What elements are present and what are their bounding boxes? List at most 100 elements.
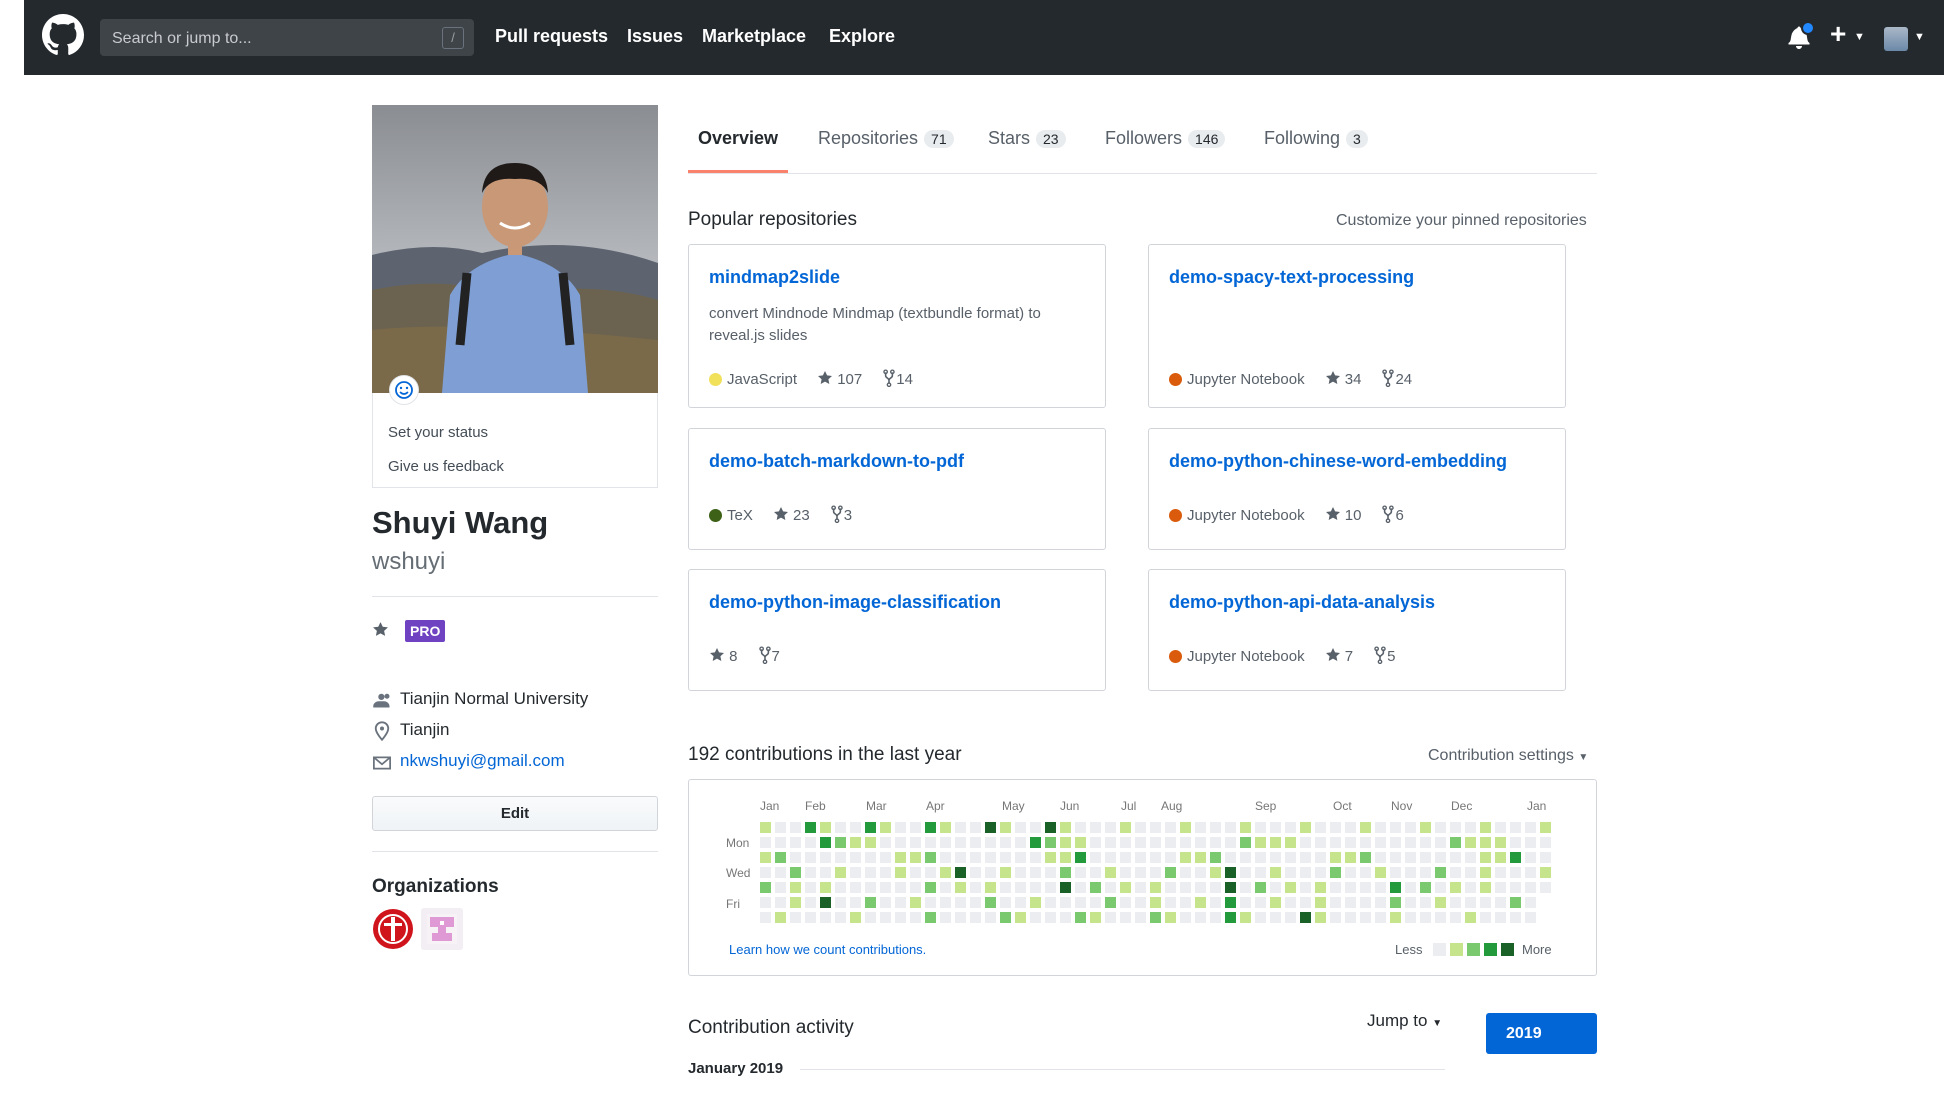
contribution-day[interactable]	[805, 912, 816, 923]
contribution-day[interactable]	[1540, 822, 1551, 833]
user-menu-caret-icon[interactable]: ▼	[1914, 31, 1925, 43]
github-logo-icon[interactable]	[42, 14, 84, 56]
contribution-day[interactable]	[1480, 897, 1491, 908]
contribution-day[interactable]	[1105, 897, 1116, 908]
contribution-day[interactable]	[1150, 822, 1161, 833]
contribution-day[interactable]	[775, 897, 786, 908]
contribution-day[interactable]	[1015, 852, 1026, 863]
contribution-day[interactable]	[1090, 822, 1101, 833]
contribution-day[interactable]	[1465, 822, 1476, 833]
contribution-day[interactable]	[1450, 912, 1461, 923]
tab-followers[interactable]: Followers 146	[1105, 128, 1226, 149]
contribution-day[interactable]	[1120, 822, 1131, 833]
contribution-day[interactable]	[1090, 912, 1101, 923]
contribution-day[interactable]	[1420, 867, 1431, 878]
contribution-day[interactable]	[955, 867, 966, 878]
contribution-day[interactable]	[835, 837, 846, 848]
contribution-day[interactable]	[1525, 867, 1536, 878]
contribution-day[interactable]	[1150, 882, 1161, 893]
contribution-day[interactable]	[1270, 852, 1281, 863]
contribution-day[interactable]	[850, 822, 861, 833]
contribution-day[interactable]	[1090, 867, 1101, 878]
contribution-day[interactable]	[1210, 912, 1221, 923]
contribution-day[interactable]	[1285, 822, 1296, 833]
contribution-day[interactable]	[820, 912, 831, 923]
contribution-day[interactable]	[1270, 912, 1281, 923]
contribution-day[interactable]	[970, 882, 981, 893]
contribution-day[interactable]	[1105, 867, 1116, 878]
contribution-day[interactable]	[1465, 882, 1476, 893]
contribution-day[interactable]	[1075, 837, 1086, 848]
contribution-day[interactable]	[1045, 882, 1056, 893]
contribution-day[interactable]	[1120, 897, 1131, 908]
contribution-day[interactable]	[1465, 852, 1476, 863]
contribution-day[interactable]	[1525, 822, 1536, 833]
contribution-day[interactable]	[805, 822, 816, 833]
contribution-day[interactable]	[955, 852, 966, 863]
contribution-day[interactable]	[955, 897, 966, 908]
contribution-day[interactable]	[895, 867, 906, 878]
customize-pins-link[interactable]: Customize your pinned repositories	[1336, 212, 1587, 230]
contribution-day[interactable]	[1345, 912, 1356, 923]
contribution-day[interactable]	[775, 912, 786, 923]
contribution-day[interactable]	[1195, 882, 1206, 893]
contribution-day[interactable]	[1285, 882, 1296, 893]
contribution-day[interactable]	[1390, 912, 1401, 923]
repo-name-link[interactable]: demo-spacy-text-processing	[1169, 267, 1414, 288]
contribution-day[interactable]	[760, 837, 771, 848]
contribution-day[interactable]	[1330, 912, 1341, 923]
contribution-day[interactable]	[1540, 852, 1551, 863]
contribution-day[interactable]	[1315, 852, 1326, 863]
contribution-day[interactable]	[1210, 852, 1221, 863]
contribution-day[interactable]	[1150, 837, 1161, 848]
contribution-day[interactable]	[1120, 882, 1131, 893]
contribution-day[interactable]	[1045, 912, 1056, 923]
contribution-day[interactable]	[970, 852, 981, 863]
contribution-day[interactable]	[1255, 912, 1266, 923]
search-box[interactable]: /	[100, 19, 474, 58]
contribution-day[interactable]	[1210, 837, 1221, 848]
contribution-day[interactable]	[1375, 837, 1386, 848]
contribution-day[interactable]	[1255, 822, 1266, 833]
contribution-day[interactable]	[1000, 822, 1011, 833]
give-feedback-link[interactable]: Give us feedback	[388, 458, 504, 475]
contribution-day[interactable]	[1225, 882, 1236, 893]
contribution-day[interactable]	[1360, 882, 1371, 893]
contribution-day[interactable]	[790, 912, 801, 923]
tab-following[interactable]: Following 3	[1264, 128, 1368, 149]
contribution-day[interactable]	[955, 837, 966, 848]
contribution-day[interactable]	[1075, 897, 1086, 908]
contribution-day[interactable]	[940, 852, 951, 863]
tab-overview[interactable]: Overview	[698, 128, 778, 149]
contribution-day[interactable]	[895, 882, 906, 893]
contribution-day[interactable]	[1120, 837, 1131, 848]
contribution-day[interactable]	[850, 852, 861, 863]
contribution-day[interactable]	[760, 912, 771, 923]
set-status-smiley-icon[interactable]	[389, 375, 419, 405]
contribution-day[interactable]	[1345, 882, 1356, 893]
contribution-day[interactable]	[1240, 867, 1251, 878]
contribution-day[interactable]	[1015, 822, 1026, 833]
contribution-day[interactable]	[1075, 912, 1086, 923]
repo-name-link[interactable]: demo-python-api-data-analysis	[1169, 592, 1435, 613]
contribution-day[interactable]	[1060, 912, 1071, 923]
contribution-day[interactable]	[970, 912, 981, 923]
contribution-day[interactable]	[1300, 897, 1311, 908]
contribution-day[interactable]	[1345, 897, 1356, 908]
contribution-day[interactable]	[1420, 852, 1431, 863]
contribution-day[interactable]	[1315, 882, 1326, 893]
contribution-day[interactable]	[1465, 897, 1476, 908]
contribution-day[interactable]	[925, 837, 936, 848]
contribution-day[interactable]	[865, 867, 876, 878]
contribution-day[interactable]	[910, 867, 921, 878]
nav-marketplace[interactable]: Marketplace	[702, 26, 806, 47]
contribution-day[interactable]	[1345, 837, 1356, 848]
tab-stars[interactable]: Stars 23	[988, 128, 1066, 149]
contribution-day[interactable]	[1405, 837, 1416, 848]
contribution-day[interactable]	[1180, 912, 1191, 923]
contribution-day[interactable]	[1165, 852, 1176, 863]
contribution-day[interactable]	[850, 837, 861, 848]
contribution-day[interactable]	[1105, 852, 1116, 863]
repo-stars-link[interactable]: 7	[1325, 647, 1353, 665]
contribution-day[interactable]	[805, 882, 816, 893]
